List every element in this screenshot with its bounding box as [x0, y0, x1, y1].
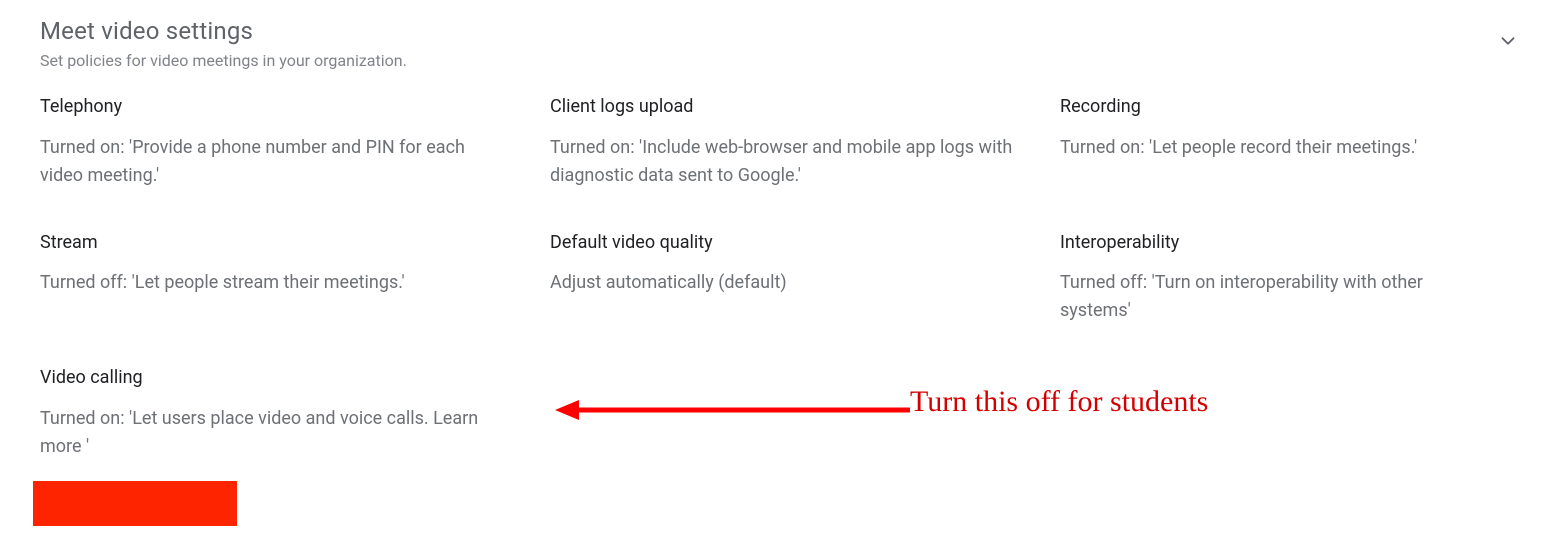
setting-description: Turned on: 'Include web-browser and mobi… [550, 134, 1020, 190]
setting-telephony[interactable]: Telephony Turned on: 'Provide a phone nu… [40, 96, 550, 189]
setting-recording[interactable]: Recording Turned on: 'Let people record … [1060, 96, 1526, 189]
redaction-block [33, 481, 237, 526]
section-subtitle: Set policies for video meetings in your … [40, 50, 1466, 72]
setting-title: Video calling [40, 367, 510, 389]
setting-title: Default video quality [550, 232, 1020, 254]
setting-stream[interactable]: Stream Turned off: 'Let people stream th… [40, 232, 550, 325]
meet-video-settings-panel: Meet video settings Set policies for vid… [0, 0, 1566, 501]
settings-grid: Telephony Turned on: 'Provide a phone nu… [40, 96, 1526, 460]
setting-description: Adjust automatically (default) [550, 269, 1020, 297]
setting-description: Turned on: 'Let people record their meet… [1060, 134, 1486, 162]
setting-title: Interoperability [1060, 232, 1486, 254]
setting-client-logs-upload[interactable]: Client logs upload Turned on: 'Include w… [550, 96, 1060, 189]
chevron-down-icon [1497, 30, 1519, 55]
setting-default-video-quality[interactable]: Default video quality Adjust automatical… [550, 232, 1060, 325]
setting-description: Turned off: 'Let people stream their mee… [40, 269, 510, 297]
setting-description: Turned off: 'Turn on interoperability wi… [1060, 269, 1486, 325]
setting-title: Client logs upload [550, 96, 1020, 118]
setting-video-calling[interactable]: Video calling Turned on: 'Let users plac… [40, 367, 550, 460]
setting-title: Telephony [40, 96, 510, 118]
section-header: Meet video settings Set policies for vid… [40, 16, 1526, 72]
setting-title: Stream [40, 232, 510, 254]
collapse-button[interactable] [1490, 24, 1526, 60]
setting-description: Turned on: 'Let users place video and vo… [40, 405, 510, 461]
section-title: Meet video settings [40, 16, 1466, 46]
setting-description: Turned on: 'Provide a phone number and P… [40, 134, 510, 190]
setting-interoperability[interactable]: Interoperability Turned off: 'Turn on in… [1060, 232, 1526, 325]
setting-title: Recording [1060, 96, 1486, 118]
